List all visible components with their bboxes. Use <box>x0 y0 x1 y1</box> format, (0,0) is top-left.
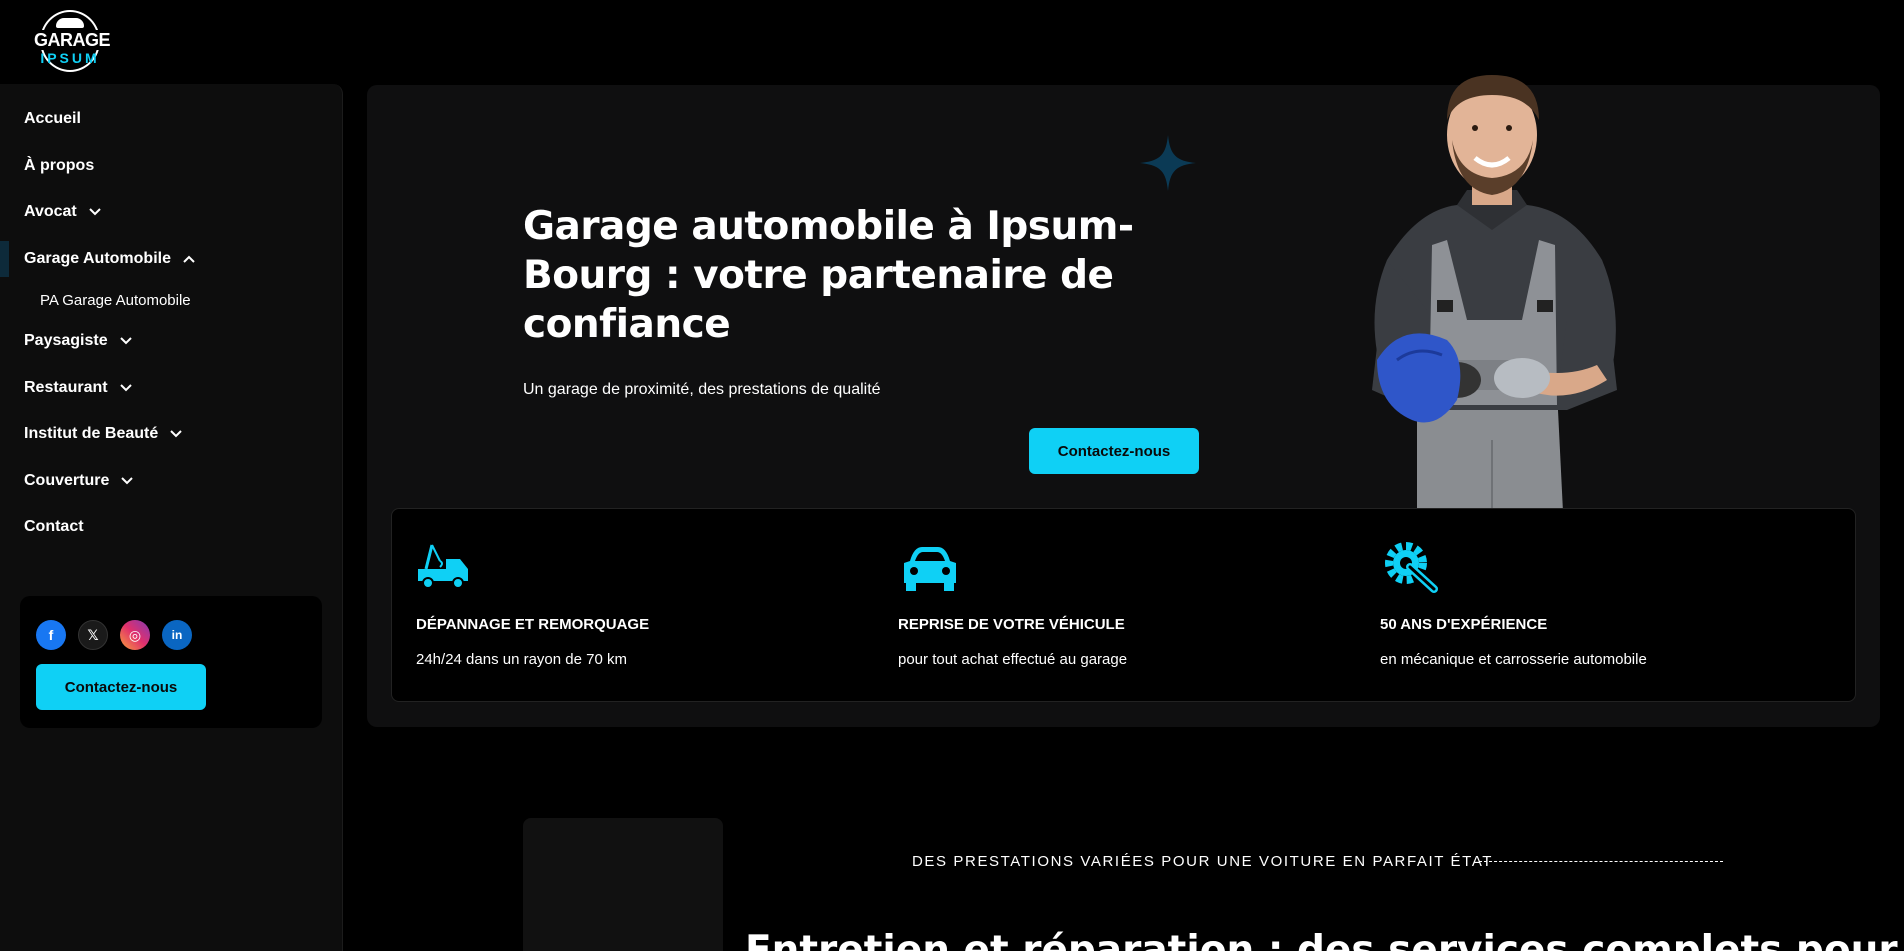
nav-subitem-pa-garage[interactable]: PA Garage Automobile <box>0 282 342 318</box>
logo-text-line1: GARAGE <box>34 30 111 50</box>
sidebar-contact-button[interactable]: Contactez-nous <box>36 664 206 710</box>
feature-item: 50 ANS D'EXPÉRIENCE en mécanique et carr… <box>1380 539 1820 668</box>
feature-description: pour tout achat effectué au garage <box>898 651 1128 668</box>
nav-item-label: Paysagiste <box>24 332 108 350</box>
nav-item-label: Couverture <box>24 471 110 489</box>
nav-item-label: À propos <box>24 156 95 174</box>
nav-item-label: Restaurant <box>24 378 108 396</box>
nav-item-garage-automobile[interactable]: Garage Automobile <box>0 236 342 283</box>
sparkle-icon <box>1140 135 1196 191</box>
feature-description: en mécanique et carrosserie automobile <box>1380 651 1647 668</box>
hero-title: Garage automobile à Ipsum-Bourg : votre … <box>523 204 1134 347</box>
nav-item-a-propos[interactable]: À propos <box>0 143 342 190</box>
sidebar-contact-box: f 𝕏 ◎ in Contactez-nous <box>20 596 322 728</box>
chevron-down-icon[interactable] <box>119 337 132 345</box>
nav-item-restaurant[interactable]: Restaurant <box>0 365 342 412</box>
social-links: f 𝕏 ◎ in <box>36 620 192 650</box>
chevron-down-icon[interactable] <box>121 477 134 485</box>
main-nav: Accueil À propos Avocat Garage Automobil… <box>0 96 342 551</box>
nav-item-accueil[interactable]: Accueil <box>0 96 342 143</box>
feature-title: DÉPANNAGE ET REMORQUAGE <box>416 616 650 633</box>
nav-item-label: Contact <box>24 518 84 536</box>
car-icon <box>904 547 956 591</box>
feature-description: 24h/24 dans un rayon de 70 km <box>416 651 627 668</box>
features-box: DÉPANNAGE ET REMORQUAGE 24h/24 dans un r… <box>391 508 1856 702</box>
feature-item: DÉPANNAGE ET REMORQUAGE 24h/24 dans un r… <box>416 539 856 668</box>
section-kicker: DES PRESTATIONS VARIÉES POUR UNE VOITURE… <box>912 853 1494 870</box>
section-title: Entretien et réparation : des services c… <box>745 928 1898 951</box>
nav-item-label: Garage Automobile <box>24 249 171 267</box>
nav-item-label: Avocat <box>24 203 77 221</box>
hero-subtitle: Un garage de proximité, des prestations … <box>523 381 881 398</box>
logo-text-line2: IPSUM <box>40 50 100 66</box>
instagram-icon[interactable]: ◎ <box>120 620 150 650</box>
chevron-down-icon[interactable] <box>89 208 101 216</box>
x-twitter-icon[interactable]: 𝕏 <box>78 620 108 650</box>
facebook-icon[interactable]: f <box>36 620 66 650</box>
chevron-up-icon[interactable] <box>183 255 195 263</box>
nav-item-paysagiste[interactable]: Paysagiste <box>0 318 342 365</box>
nav-item-institut-de-beaute[interactable]: Institut de Beauté <box>0 411 342 458</box>
nav-item-couverture[interactable]: Couverture <box>0 458 342 505</box>
tow-truck-icon <box>418 544 468 589</box>
hero-contact-button[interactable]: Contactez-nous <box>1029 428 1199 474</box>
sidebar: Accueil À propos Avocat Garage Automobil… <box>0 84 343 951</box>
services-image-card <box>523 818 723 951</box>
gear-wrench-icon <box>1385 542 1438 593</box>
nav-item-avocat[interactable]: Avocat <box>0 189 342 236</box>
kicker-divider <box>1479 861 1723 862</box>
feature-title: 50 ANS D'EXPÉRIENCE <box>1380 616 1548 633</box>
feature-item: REPRISE DE VOTRE VÉHICULE pour tout acha… <box>898 539 1338 668</box>
site-logo[interactable]: GARAGE IPSUM <box>34 10 112 74</box>
linkedin-icon[interactable]: in <box>162 620 192 650</box>
nav-item-contact[interactable]: Contact <box>0 504 342 551</box>
feature-title: REPRISE DE VOTRE VÉHICULE <box>898 616 1125 633</box>
hero-section: Garage automobile à Ipsum-Bourg : votre … <box>367 75 1880 727</box>
nav-item-label: Institut de Beauté <box>24 425 159 443</box>
logo-car-icon <box>56 18 84 28</box>
chevron-down-icon[interactable] <box>119 384 132 392</box>
nav-item-label: Accueil <box>24 110 81 128</box>
chevron-down-icon[interactable] <box>170 430 182 438</box>
